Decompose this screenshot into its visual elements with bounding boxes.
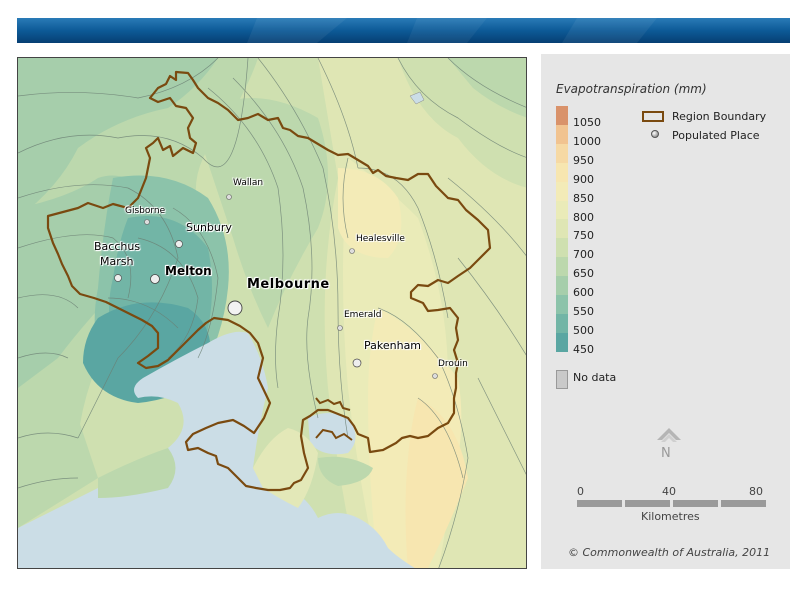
place-label-healesville: Healesville <box>356 234 405 244</box>
place-label-drouin: Drouin <box>438 359 468 369</box>
region-boundary-label: Region Boundary <box>672 110 767 123</box>
legend-swatch-1000 <box>556 125 568 144</box>
legend-label-600: 600 <box>573 286 594 299</box>
evapotranspiration-map <box>18 58 526 568</box>
scale-bar <box>577 500 766 507</box>
legend-swatch-750 <box>556 219 568 238</box>
no-data-label: No data <box>573 371 617 384</box>
legend-swatch-900 <box>556 163 568 182</box>
legend-swatch-950 <box>556 144 568 163</box>
legend-label-950: 950 <box>573 154 594 167</box>
no-data-swatch <box>556 370 568 389</box>
legend-swatch-450 <box>556 333 568 352</box>
legend-swatch-1050 <box>556 106 568 125</box>
legend-swatch-500 <box>556 314 568 333</box>
place-label-emerald: Emerald <box>344 310 382 320</box>
legend-label-1050: 1050 <box>573 116 601 129</box>
legend-swatch-850 <box>556 182 568 201</box>
place-label-sunbury: Sunbury <box>186 221 232 234</box>
legend-label-700: 700 <box>573 248 594 261</box>
scale-tick-80: 80 <box>749 485 763 498</box>
scale-units-label: Kilometres <box>641 510 700 523</box>
place-label-melton: Melton <box>165 264 212 278</box>
legend-title: Evapotranspiration (mm) <box>556 82 707 96</box>
legend-swatch-800 <box>556 201 568 220</box>
populated-place-label: Populated Place <box>672 129 760 142</box>
place-label-melbourne: Melbourne <box>247 277 330 292</box>
legend-label-500: 500 <box>573 324 594 337</box>
legend-swatch-650 <box>556 257 568 276</box>
legend-swatch-600 <box>556 276 568 295</box>
legend-label-650: 650 <box>573 267 594 280</box>
region-boundary-swatch <box>642 111 664 122</box>
legend-label-750: 750 <box>573 229 594 242</box>
place-label-marsh: Marsh <box>100 255 134 268</box>
legend-swatch-700 <box>556 238 568 257</box>
legend-label-850: 850 <box>573 192 594 205</box>
scale-tick-0: 0 <box>577 485 584 498</box>
legend-label-1000: 1000 <box>573 135 601 148</box>
legend-label-550: 550 <box>573 305 594 318</box>
legend-swatch-550 <box>556 295 568 314</box>
populated-place-icon <box>651 130 659 138</box>
legend-panel: Evapotranspiration (mm) 1050 1000 950 900 85… <box>541 54 790 569</box>
legend-label-450: 450 <box>573 343 594 356</box>
north-label: N <box>661 446 671 461</box>
copyright-notice: © Commonwealth of Australia, 2011 <box>568 546 771 559</box>
place-label-gisborne: Gisborne <box>125 206 166 216</box>
legend-label-900: 900 <box>573 173 594 186</box>
place-label-bacchus: Bacchus <box>94 240 141 253</box>
header-banner <box>17 18 790 43</box>
map-canvas[interactable]: Wallan Gisborne Sunbury Healesville Bacc… <box>17 57 527 569</box>
scale-tick-40: 40 <box>662 485 676 498</box>
place-label-pakenham: Pakenham <box>364 339 422 352</box>
place-label-wallan: Wallan <box>233 178 264 188</box>
legend-label-800: 800 <box>573 211 594 224</box>
